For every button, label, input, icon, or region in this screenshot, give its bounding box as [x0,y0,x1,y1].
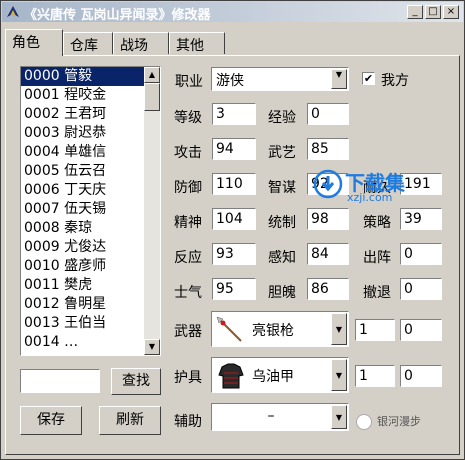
armor-label: 护具 [174,370,202,386]
courage-field[interactable]: 86 [307,278,349,300]
aux-value: – [267,408,275,424]
profession-label: 职业 [175,74,203,90]
weapon-qty-field[interactable]: 1 [355,319,395,341]
tactics-field[interactable]: 39 [400,208,442,230]
armor-extra-field[interactable]: 0 [400,365,442,387]
maximize-button[interactable]: □ [425,5,441,19]
chevron-down-icon[interactable]: ▼ [331,313,347,345]
app-icon [7,6,19,17]
list-item[interactable]: 0003 尉迟恭 [21,124,160,143]
tactics-label: 策略 [363,215,391,231]
weapon-name: 亮银枪 [252,323,294,339]
profession-select[interactable]: 游侠 ▼ [211,67,349,91]
exp-label: 经验 [268,110,296,126]
scroll-down-icon[interactable]: ▼ [144,339,160,355]
tab-label: 其他 [176,38,204,54]
sortie-field[interactable]: 0 [400,243,442,265]
watermark-account: 银河漫步 [357,412,457,432]
character-list-items: 0000 管毅 0001 程咬金 0002 王君珂 0003 尉迟恭 0004 单雄信 0… [21,67,160,352]
sortie-label: 出阵 [363,250,391,266]
search-button[interactable]: 查找 [111,368,161,395]
list-item[interactable]: 0014 … [21,333,160,352]
level-field[interactable]: 3 [212,103,256,125]
character-list[interactable]: 0000 管毅 0001 程咬金 0002 王君珂 0003 尉迟恭 0004 单雄信 0… [20,66,161,356]
ours-checkbox[interactable]: ✔ [362,72,375,85]
refresh-button[interactable]: 刷新 [99,406,161,435]
list-item[interactable]: 0002 王君珂 [21,105,160,124]
spear-icon [216,316,242,342]
search-input[interactable] [20,369,100,393]
save-button[interactable]: 保存 [20,406,82,435]
chevron-down-icon[interactable]: ▼ [331,405,347,429]
tab-label: 角色 [12,35,40,51]
exp-field[interactable]: 0 [307,103,349,125]
title-bar: 《兴唐传 瓦岗山异闻录》修改器 _ □ × [2,2,463,23]
list-item[interactable]: 0000 管毅 [21,67,160,86]
watermark-account-name: 银河漫步 [377,415,421,428]
tab-battlefield[interactable]: 战场 [113,32,169,54]
profession-value: 游侠 [216,73,244,89]
retreat-field[interactable]: 0 [400,278,442,300]
defense-field[interactable]: 110 [212,173,256,195]
list-item[interactable]: 0011 樊虎 [21,276,160,295]
list-item[interactable]: 0004 单雄信 [21,143,160,162]
tab-warehouse[interactable]: 仓库 [63,32,113,54]
level-label: 等级 [174,110,202,126]
tab-other[interactable]: 其他 [169,32,225,54]
list-item[interactable]: 0012 鲁明星 [21,295,160,314]
tab-character[interactable]: 角色 [5,29,63,56]
chevron-down-icon[interactable]: ▼ [331,69,347,89]
defense-label: 防御 [174,180,202,196]
app-window: 《兴唐传 瓦岗山异闻录》修改器 _ □ × 角色 仓库 战场 其他 0000 管… [0,0,465,460]
perception-label: 感知 [268,250,296,266]
tab-label: 战场 [120,38,148,54]
aux-label: 辅助 [174,414,202,430]
attack-field[interactable]: 94 [212,138,256,160]
aux-select[interactable]: – ▼ [211,403,349,431]
command-field[interactable]: 98 [307,208,349,230]
scroll-up-icon[interactable]: ▲ [144,67,160,83]
reaction-field[interactable]: 93 [212,243,256,265]
weapon-label: 武器 [174,324,202,340]
list-scrollbar[interactable]: ▲ ▼ [144,67,160,355]
weapon-select[interactable]: 亮银枪 ▼ [211,311,349,347]
watermark-site-url: xzji.com [347,191,393,204]
minimize-button[interactable]: _ [407,5,423,19]
list-item[interactable]: 0008 秦琼 [21,219,160,238]
reaction-label: 反应 [174,250,202,266]
list-item[interactable]: 0007 伍天锡 [21,200,160,219]
download-icon [313,169,343,199]
armor-select[interactable]: 乌油甲 ▼ [211,357,349,393]
armor-name: 乌油甲 [252,369,294,385]
command-label: 统制 [268,215,296,231]
close-button[interactable]: × [443,5,459,19]
scroll-thumb[interactable] [144,83,160,111]
list-item[interactable]: 0001 程咬金 [21,86,160,105]
martial-label: 武艺 [268,145,296,161]
watermark-logo: 下载集 xzji.com [313,167,423,207]
list-item[interactable]: 0006 丁天庆 [21,181,160,200]
attack-label: 攻击 [174,145,202,161]
armor-qty-field[interactable]: 1 [355,365,395,387]
courage-label: 胆魄 [268,285,296,301]
list-item[interactable]: 0009 尤俊达 [21,238,160,257]
spirit-field[interactable]: 104 [212,208,256,230]
weapon-extra-field[interactable]: 0 [400,319,442,341]
morale-field[interactable]: 95 [212,278,256,300]
wechat-icon [357,415,371,429]
armor-icon [218,363,244,389]
spirit-label: 精神 [174,215,202,231]
chevron-down-icon[interactable]: ▼ [331,359,347,391]
list-item[interactable]: 0010 盛彦师 [21,257,160,276]
strategy-mind-label: 智谋 [268,180,296,196]
perception-field[interactable]: 84 [307,243,349,265]
list-item[interactable]: 0013 王伯当 [21,314,160,333]
retreat-label: 撤退 [363,285,391,301]
window-title: 《兴唐传 瓦岗山异闻录》修改器 [24,8,211,23]
martial-field[interactable]: 85 [307,138,349,160]
morale-label: 士气 [174,285,202,301]
tab-label: 仓库 [70,38,98,54]
ours-label: 我方 [381,73,409,89]
list-item[interactable]: 0005 伍云召 [21,162,160,181]
